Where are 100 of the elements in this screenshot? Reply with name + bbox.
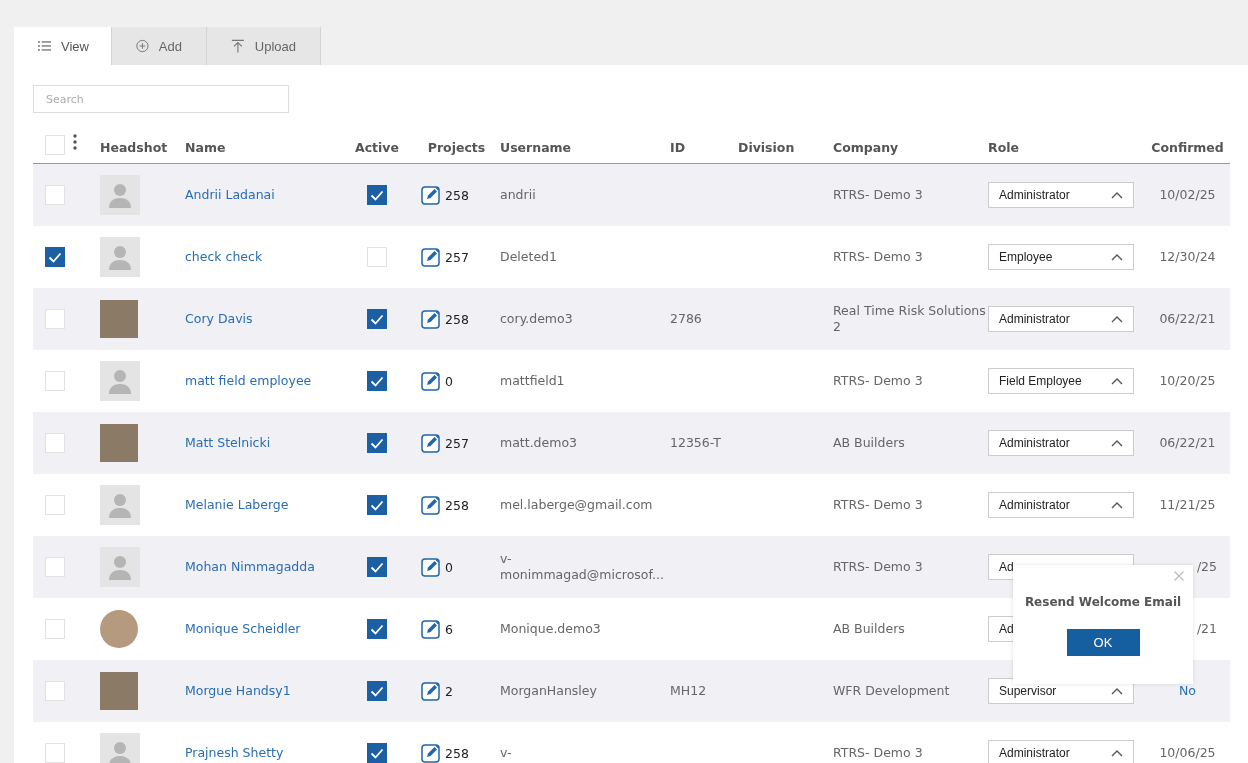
select-all-checkbox[interactable] xyxy=(45,134,65,155)
project-count: 6 xyxy=(445,621,453,637)
column-header[interactable]: Active xyxy=(355,140,399,155)
company: WFR Development xyxy=(833,683,950,699)
company: AB Builders xyxy=(833,435,905,451)
active-checkbox[interactable] xyxy=(367,557,387,577)
checkmark-icon xyxy=(370,189,384,201)
column-header[interactable]: Company xyxy=(833,140,899,155)
user-id: 12356-T xyxy=(670,435,721,451)
edit-button[interactable] xyxy=(421,743,441,763)
name-link[interactable]: Mohan Nimmagadda xyxy=(185,559,315,575)
edit-button[interactable] xyxy=(421,247,441,267)
edit-button[interactable] xyxy=(421,619,441,639)
active-checkbox[interactable] xyxy=(367,743,387,763)
role-dropdown[interactable]: Employee xyxy=(988,244,1134,270)
name-link[interactable]: Morgue Handsy1 xyxy=(185,683,291,699)
checkmark-icon xyxy=(370,685,384,697)
row-checkbox[interactable] xyxy=(45,247,65,267)
username: mattfield1 xyxy=(500,373,565,389)
column-header[interactable]: Division xyxy=(738,140,795,155)
active-checkbox[interactable] xyxy=(367,185,387,205)
username: Deleted1 xyxy=(500,249,557,265)
user-id: 2786 xyxy=(670,311,702,327)
tab[interactable]: Upload xyxy=(207,27,321,65)
edit-icon xyxy=(421,309,441,329)
company: RTRS- Demo 3 xyxy=(833,745,923,761)
role-dropdown[interactable]: Administrator xyxy=(988,492,1134,518)
avatar-placeholder-icon xyxy=(100,547,140,587)
project-count: 258 xyxy=(445,497,469,513)
avatar-placeholder-icon xyxy=(100,237,140,277)
name-link[interactable]: Cory Davis xyxy=(185,311,253,327)
edit-button[interactable] xyxy=(421,557,441,577)
name-link[interactable]: Andrii Ladanai xyxy=(185,187,275,203)
username: mel.laberge@gmail.com xyxy=(500,497,653,513)
column-header[interactable]: Username xyxy=(500,140,572,155)
confirmed-date: /25 xyxy=(1196,559,1217,575)
chevron-up-icon xyxy=(1111,687,1123,695)
company: AB Builders xyxy=(833,621,905,637)
column-header[interactable]: Headshot xyxy=(100,140,168,155)
edit-button[interactable] xyxy=(421,371,441,391)
column-header[interactable]: Name xyxy=(185,140,226,155)
username: andrii xyxy=(500,187,536,203)
project-count: 0 xyxy=(445,559,453,575)
active-checkbox[interactable] xyxy=(367,309,387,329)
active-checkbox[interactable] xyxy=(367,433,387,453)
name-link[interactable]: Melanie Laberge xyxy=(185,497,289,513)
checkmark-icon xyxy=(370,437,384,449)
edit-button[interactable] xyxy=(421,495,441,515)
chevron-up-icon xyxy=(1111,377,1123,385)
name-link[interactable]: Matt Stelnicki xyxy=(185,435,271,451)
role-dropdown[interactable]: Administrator xyxy=(988,740,1134,763)
role-dropdown[interactable]: Administrator xyxy=(988,182,1134,208)
checkmark-icon xyxy=(370,747,384,759)
chevron-up-icon xyxy=(1111,501,1123,509)
username: v-monimmagad@microsof... xyxy=(500,551,665,583)
confirmed-link[interactable]: No xyxy=(1179,683,1196,699)
company: RTRS- Demo 3 xyxy=(833,187,923,203)
upload-icon xyxy=(231,38,245,54)
edit-button[interactable] xyxy=(421,185,441,205)
active-checkbox[interactable] xyxy=(367,681,387,701)
column-header[interactable]: Role xyxy=(988,140,1019,155)
name-link[interactable]: check check xyxy=(185,249,263,265)
photo-placeholder xyxy=(100,610,138,648)
edit-button[interactable] xyxy=(421,681,441,701)
search-field[interactable]: Search xyxy=(33,85,289,113)
tab[interactable]: Add xyxy=(112,27,207,65)
avatar-placeholder-icon xyxy=(100,733,140,763)
column-header[interactable]: Confirmed xyxy=(1151,140,1224,155)
name-link[interactable]: matt field employee xyxy=(185,373,312,389)
close-icon xyxy=(1174,571,1184,581)
avatar-placeholder-icon xyxy=(100,175,140,215)
edit-button[interactable] xyxy=(421,433,441,453)
ok-button[interactable]: OK xyxy=(1066,629,1140,656)
role-dropdown[interactable]: Administrator xyxy=(988,306,1134,332)
edit-icon xyxy=(421,433,441,453)
confirmed-date: /21 xyxy=(1196,621,1217,637)
project-count: 258 xyxy=(445,745,469,761)
list-icon xyxy=(38,40,52,52)
column-header[interactable]: ID xyxy=(670,140,686,155)
confirmed-date: 12/30/24 xyxy=(1159,249,1216,265)
edit-icon xyxy=(421,681,441,701)
project-count: 258 xyxy=(445,311,469,327)
edit-button[interactable] xyxy=(421,309,441,329)
checkmark-icon xyxy=(370,623,384,635)
tab[interactable]: View xyxy=(14,27,112,65)
company: RTRS- Demo 3 xyxy=(833,373,923,389)
active-checkbox[interactable] xyxy=(367,371,387,391)
column-header[interactable]: Projects xyxy=(427,140,486,155)
role-dropdown[interactable]: Administrator xyxy=(988,430,1134,456)
chevron-up-icon xyxy=(1111,315,1123,323)
checkmark-icon xyxy=(370,313,384,325)
name-link[interactable]: Prajnesh Shetty xyxy=(185,745,284,761)
photo-placeholder xyxy=(100,424,138,462)
checkmark-icon xyxy=(370,499,384,511)
active-checkbox[interactable] xyxy=(367,495,387,515)
active-checkbox[interactable] xyxy=(367,619,387,639)
role-dropdown[interactable]: Field Employee xyxy=(988,368,1134,394)
chevron-up-icon xyxy=(1111,439,1123,447)
username: MorganHansley xyxy=(500,683,597,699)
name-link[interactable]: Monique Scheidler xyxy=(185,621,301,637)
